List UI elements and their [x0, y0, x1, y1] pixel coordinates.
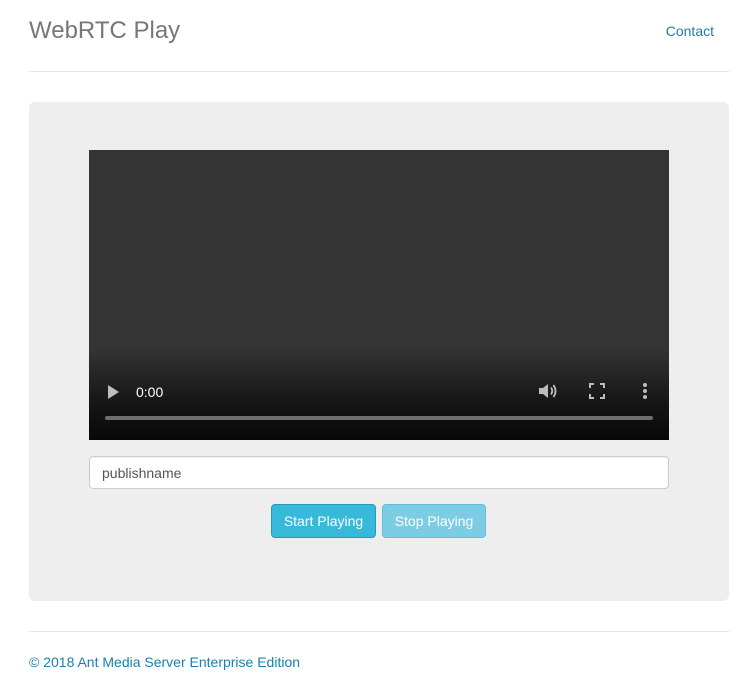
page-footer: © 2018 Ant Media Server Enterprise Editi…: [29, 631, 729, 670]
video-time: 0:00: [136, 384, 164, 400]
more-options-icon[interactable]: [642, 382, 648, 400]
start-playing-button[interactable]: Start Playing: [271, 504, 376, 538]
page-header: WebRTC Play Contact: [29, 0, 729, 72]
stream-name-input[interactable]: [89, 456, 669, 489]
fullscreen-icon[interactable]: [588, 382, 606, 400]
stop-playing-button[interactable]: Stop Playing: [382, 504, 486, 538]
play-icon[interactable]: [108, 385, 119, 399]
player-panel: 0:00 Start Playing Stop Playing: [29, 102, 729, 601]
video-controls-overlay: [89, 348, 669, 440]
video-progress-bar[interactable]: [105, 416, 653, 420]
video-player[interactable]: 0:00: [89, 150, 669, 440]
nav-contact-link[interactable]: Contact: [666, 22, 714, 40]
footer-copyright: © 2018 Ant Media Server Enterprise Editi…: [29, 654, 301, 670]
page-title: WebRTC Play: [29, 17, 181, 44]
volume-icon[interactable]: [537, 381, 559, 401]
